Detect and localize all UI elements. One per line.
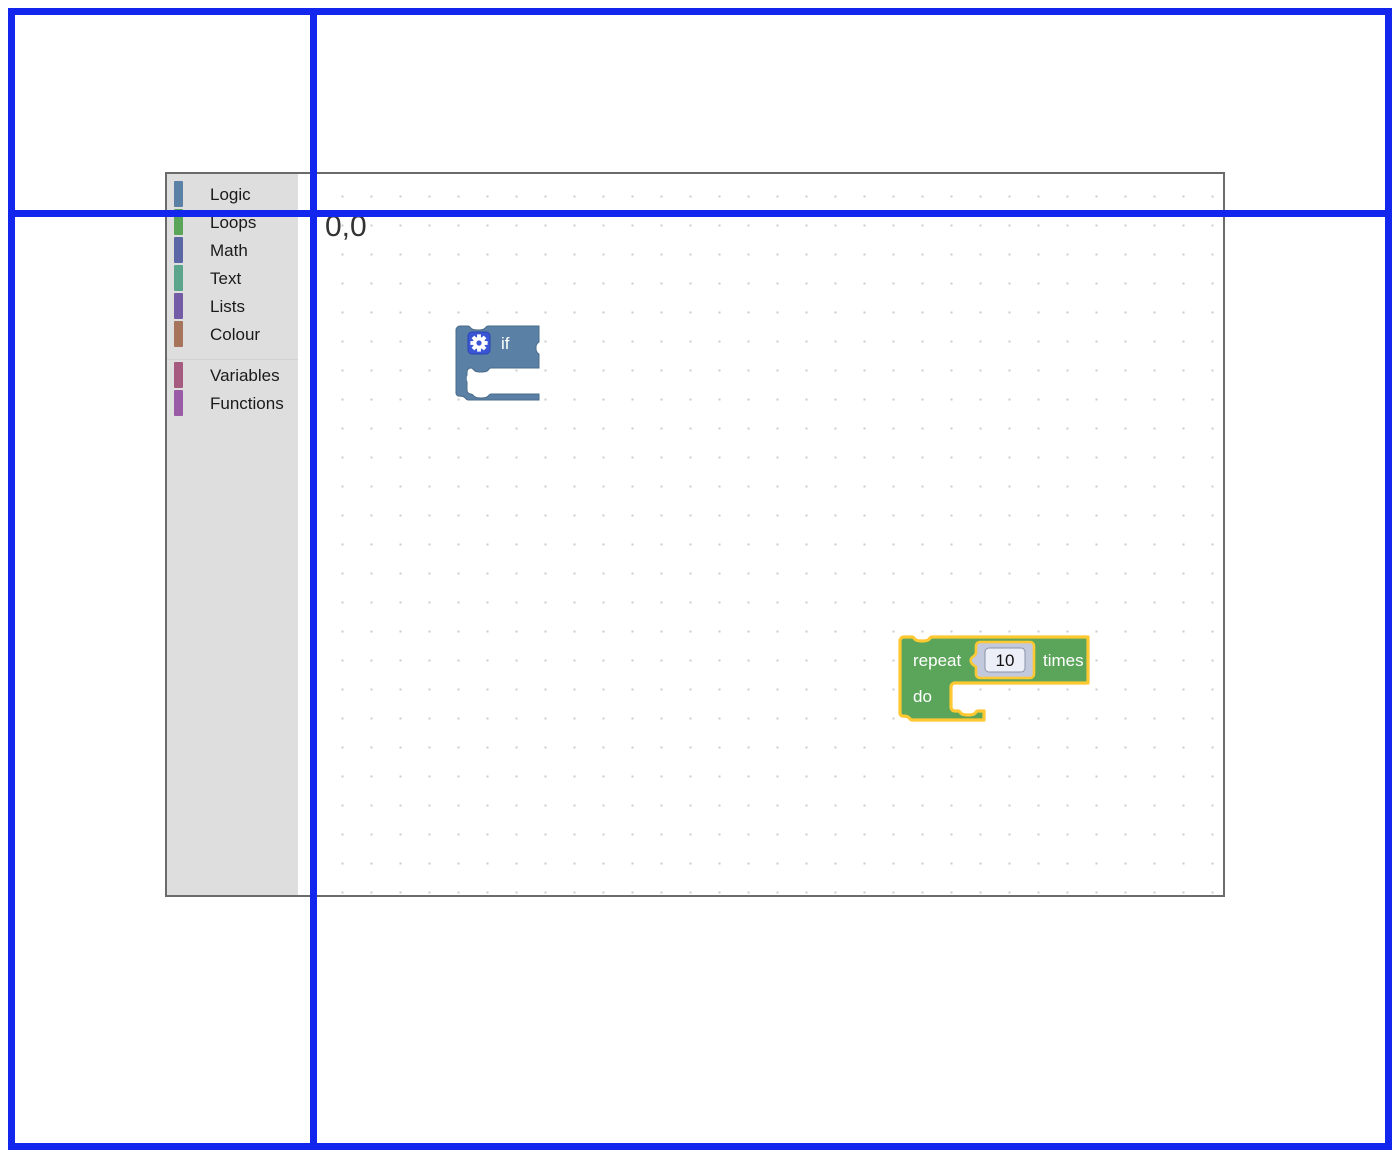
if-block-label: if: [501, 334, 510, 353]
overlay-crosshair-vertical: [310, 8, 317, 1150]
repeat-count-shadow-block[interactable]: 10: [969, 640, 1036, 680]
repeat-count-field[interactable]: 10: [984, 647, 1026, 673]
number-field-value[interactable]: 10: [996, 651, 1015, 670]
repeat-block-statement-label: do: [913, 687, 932, 706]
block-controls-repeat[interactable]: repeat 10 times do: [898, 635, 1090, 722]
screen-root: 0,0 Logic Loops Math Text Lists Colour V…: [0, 0, 1400, 1158]
overlay-crosshair-horizontal: [8, 210, 1392, 217]
if-block-statement-label: do: [466, 368, 485, 387]
repeat-block-label: repeat: [913, 651, 961, 670]
block-canvas: if do repeat 10 times do: [455, 325, 1090, 722]
blockly-editor-panel[interactable]: 0,0 Logic Loops Math Text Lists Colour V…: [165, 172, 1225, 897]
repeat-block-suffix-label: times: [1043, 651, 1084, 670]
gear-icon[interactable]: [467, 331, 491, 355]
block-controls-if[interactable]: if do: [455, 325, 540, 401]
